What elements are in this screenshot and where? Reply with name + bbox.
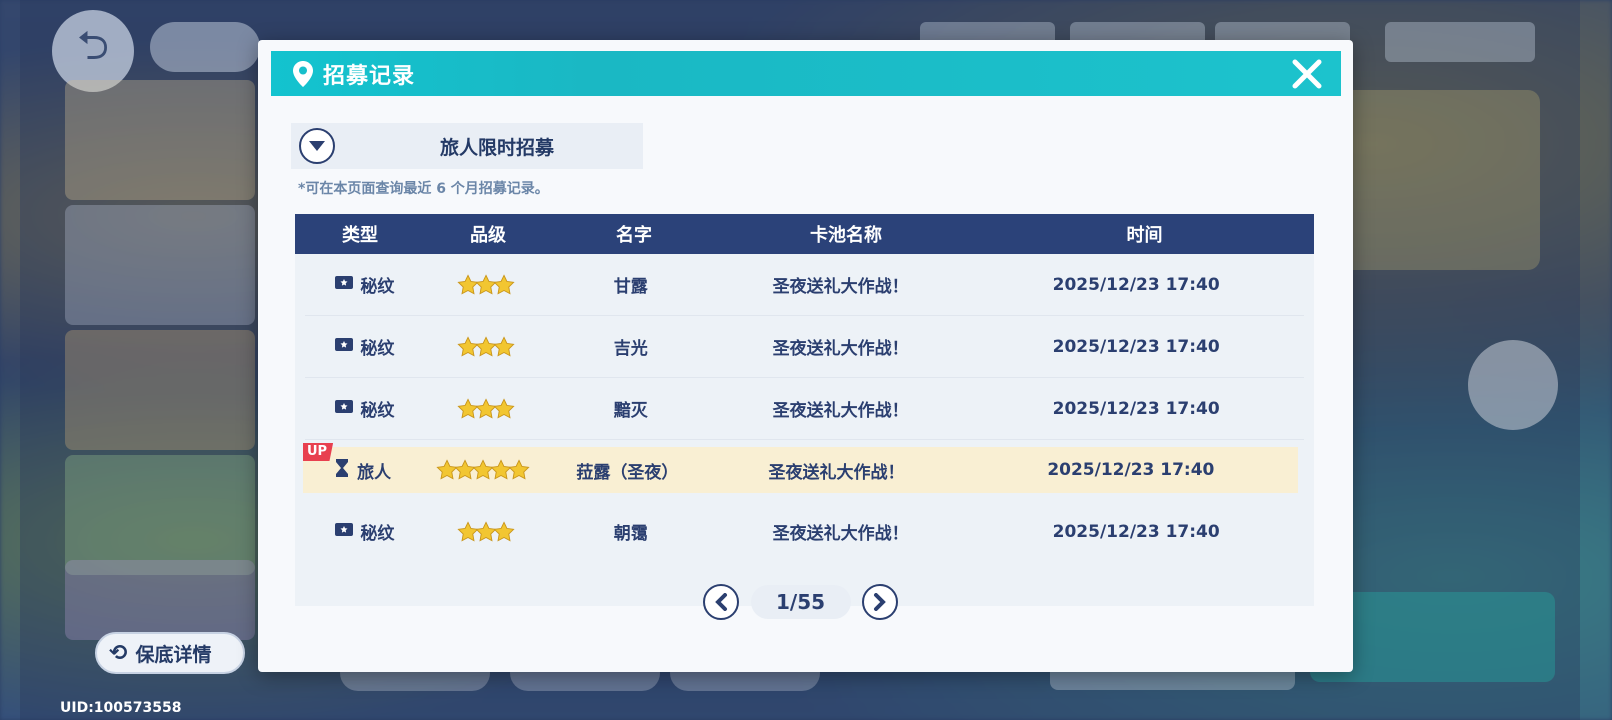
pool-dropdown[interactable]: 旅人限时招募 [291, 123, 643, 169]
table-row: 秘纹 甘露 圣夜送礼大作战！ 2025/12/23 17:40 [305, 254, 1304, 316]
star-rating [424, 520, 549, 543]
up-badge: UP [303, 443, 334, 461]
cycle-icon: ⟲ [109, 640, 128, 666]
type-label: 秘纹 [360, 401, 395, 421]
location-pin-icon [291, 59, 315, 89]
background-banner-card [65, 205, 255, 325]
dialog-title: 招募记录 [323, 63, 416, 89]
type-cell: 秘纹 [305, 334, 424, 359]
traveler-icon [333, 458, 351, 483]
background-location-pill [150, 22, 260, 72]
star-icon [493, 273, 515, 294]
chevron-right-icon [874, 593, 886, 611]
column-header-time: 时间 [1126, 225, 1163, 246]
time-cell: 2025/12/23 17:40 [1052, 274, 1220, 295]
guarantee-details-label: 保底详情 [135, 643, 212, 666]
table-row: 秘纹 黯灭 圣夜送礼大作战！ 2025/12/23 17:40 [305, 378, 1304, 440]
star-icon [493, 335, 515, 356]
prev-page-button[interactable] [703, 584, 739, 620]
name-cell: 甘露 [613, 277, 648, 297]
pool-dropdown-label: 旅人限时招募 [439, 136, 554, 159]
type-cell: 旅人 [303, 458, 421, 483]
background-event-poster [1330, 90, 1540, 270]
ticket-icon [334, 521, 354, 543]
pool-cell: 圣夜送礼大作战！ [772, 524, 909, 544]
type-label: 旅人 [357, 462, 392, 483]
next-page-button[interactable] [862, 584, 898, 620]
chevron-left-icon [715, 593, 727, 611]
background-banner-card [65, 80, 255, 200]
table-row: 秘纹 朝霭 圣夜送礼大作战！ 2025/12/23 17:40 [305, 501, 1304, 562]
pool-cell: 圣夜送礼大作战！ [772, 277, 909, 297]
ticket-icon [334, 274, 354, 296]
type-cell: 秘纹 [305, 396, 424, 421]
type-label: 秘纹 [360, 277, 395, 297]
star-icon [493, 397, 515, 418]
record-table: 类型 品级 名字 卡池名称 时间 秘纹 甘露 圣夜送礼大作战！ 2025/12/… [295, 214, 1314, 606]
background-currency-bar [1385, 22, 1535, 62]
close-button[interactable] [1287, 54, 1327, 94]
table-row: 秘纹 吉光 圣夜送礼大作战！ 2025/12/23 17:40 [305, 316, 1304, 378]
type-label: 秘纹 [360, 339, 395, 359]
time-cell: 2025/12/23 17:40 [1047, 460, 1215, 480]
time-cell: 2025/12/23 17:40 [1052, 398, 1220, 419]
table-header: 类型 品级 名字 卡池名称 时间 [295, 214, 1314, 254]
type-label: 秘纹 [360, 524, 395, 544]
name-cell: 黯灭 [613, 401, 648, 421]
name-cell: 菈露（圣夜） [576, 462, 679, 483]
column-header-type: 类型 [342, 225, 378, 246]
pool-cell: 圣夜送礼大作战！ [768, 462, 905, 483]
star-rating [421, 459, 545, 481]
table-row-highlighted: UP 旅人 菈露（圣夜） 圣夜送礼大作战！ 2025/12/23 17:40 [303, 443, 1298, 493]
guarantee-details-button[interactable]: ⟲ 保底详情 [95, 632, 245, 674]
star-rating [424, 397, 549, 420]
pool-cell: 圣夜送礼大作战！ [772, 339, 909, 359]
dialog-header: 招募记录 [271, 51, 1341, 96]
recruit-record-dialog: 招募记录 旅人限时招募 *可在本页面查询最近 6 个月招募记录。 类型 品级 名… [258, 40, 1353, 672]
history-note: *可在本页面查询最近 6 个月招募记录。 [298, 181, 549, 197]
type-cell: 秘纹 [305, 272, 424, 297]
star-icon [508, 459, 531, 480]
name-cell: 吉光 [613, 339, 648, 359]
name-cell: 朝霭 [613, 524, 648, 544]
pool-cell: 圣夜送礼大作战！ [772, 401, 909, 421]
close-icon [1292, 59, 1322, 89]
column-header-name: 名字 [616, 225, 652, 246]
column-header-rank: 品级 [470, 225, 506, 246]
page-indicator: 1/55 [750, 585, 851, 619]
background-banner-card [65, 330, 255, 450]
background-banner-card [65, 455, 255, 575]
star-icon [493, 520, 515, 541]
background-banner-card [65, 560, 255, 640]
ticket-icon [334, 336, 354, 358]
star-rating [424, 273, 549, 296]
type-cell: 秘纹 [305, 519, 424, 544]
time-cell: 2025/12/23 17:40 [1052, 336, 1220, 357]
pagination: 1/55 [703, 582, 898, 622]
column-header-pool: 卡池名称 [810, 225, 882, 246]
uid-label: UID:100573558 [60, 700, 182, 716]
star-rating [424, 335, 549, 358]
time-cell: 2025/12/23 17:40 [1052, 521, 1220, 542]
ticket-icon [334, 398, 354, 420]
background-avatar [1468, 340, 1558, 430]
